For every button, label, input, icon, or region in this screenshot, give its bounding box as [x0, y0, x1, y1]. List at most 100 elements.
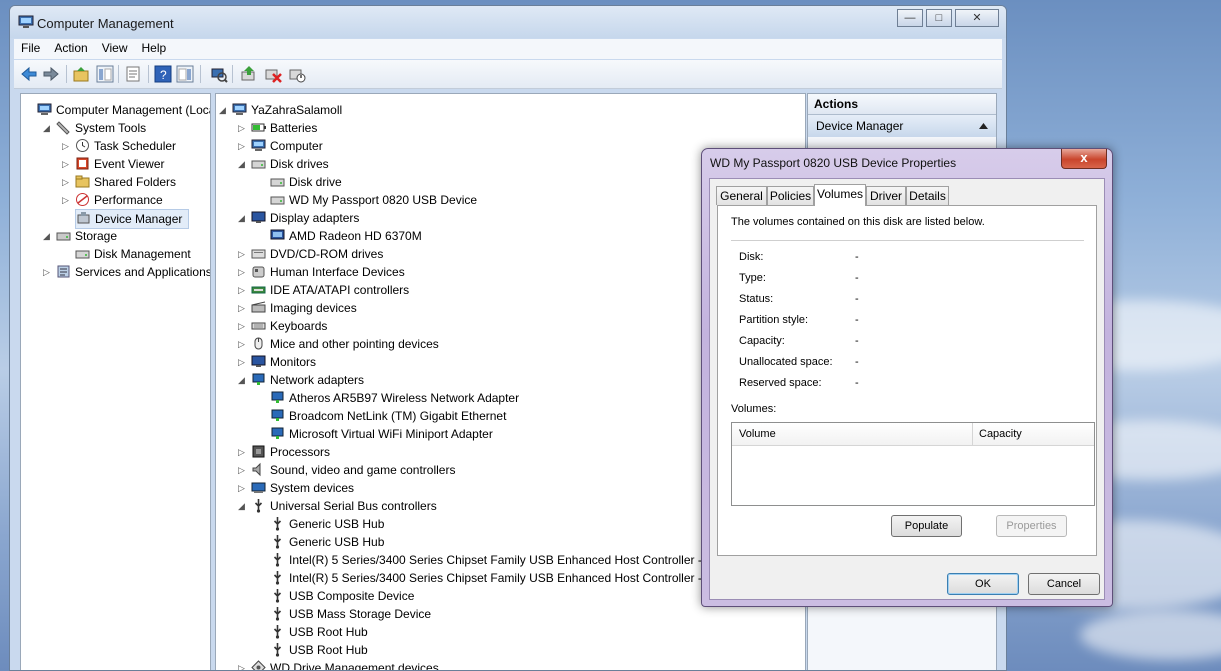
actions-header: Actions	[808, 94, 996, 115]
tree-item-label: System devices	[270, 481, 355, 495]
tree-item-label: AMD Radeon HD 6370M	[289, 229, 422, 243]
usb-icon	[254, 499, 263, 513]
tab-volumes[interactable]: Volumes	[814, 184, 866, 206]
title-bar[interactable]: Computer Management — □ ✕	[10, 6, 1006, 38]
tree-item-label: USB Mass Storage Device	[289, 607, 432, 621]
collapse-triangle-icon[interactable]: ◢	[43, 232, 52, 241]
collapse-triangle-icon[interactable]: ◢	[238, 376, 247, 385]
gpu-icon	[270, 229, 285, 240]
tree-item-label: Device Manager	[95, 212, 183, 226]
sound-icon	[252, 462, 261, 477]
collapse-triangle-icon[interactable]: ◢	[238, 160, 247, 169]
dialog-close-button[interactable]: x	[1061, 149, 1107, 169]
property-label: Status:	[739, 293, 774, 305]
volumes-list[interactable]: Volume Capacity	[731, 422, 1095, 506]
volume-properties-button[interactable]: Properties	[996, 515, 1067, 537]
populate-button[interactable]: Populate	[891, 515, 962, 537]
cancel-button[interactable]: Cancel	[1028, 573, 1100, 595]
properties-sheet-icon[interactable]	[124, 65, 142, 83]
minimize-button[interactable]: —	[897, 9, 923, 27]
expand-triangle-icon[interactable]: ▷	[238, 664, 247, 671]
menu-action[interactable]: Action	[47, 39, 94, 57]
actions-device-manager[interactable]: Device Manager	[808, 115, 996, 137]
tab-driver[interactable]: Driver	[866, 186, 906, 205]
update-driver-icon[interactable]	[240, 65, 258, 83]
cpu-icon	[252, 445, 265, 458]
scan-hardware-icon[interactable]	[210, 65, 228, 83]
tree-item-label: USB Root Hub	[289, 643, 368, 657]
ok-button[interactable]: OK	[947, 573, 1019, 595]
device-properties-dialog: WD My Passport 0820 USB Device Propertie…	[701, 148, 1113, 607]
dialog-title: WD My Passport 0820 USB Device Propertie…	[710, 156, 957, 170]
volumes-label: Volumes:	[731, 403, 777, 415]
close-button[interactable]: ✕	[955, 9, 999, 27]
expand-triangle-icon[interactable]: ▷	[238, 124, 247, 133]
back-arrow-icon[interactable]	[20, 65, 38, 83]
expand-triangle-icon[interactable]: ▷	[238, 250, 247, 259]
tree-item-label: Display adapters	[270, 211, 360, 225]
expand-triangle-icon[interactable]: ▷	[238, 268, 247, 277]
monitor-icon	[251, 211, 266, 223]
expand-triangle-icon[interactable]: ▷	[238, 286, 247, 295]
up-folder-icon[interactable]	[72, 65, 90, 83]
keyboard-icon	[251, 322, 266, 330]
expand-triangle-icon[interactable]: ▷	[238, 448, 247, 457]
expand-triangle-icon[interactable]: ▷	[62, 196, 71, 205]
computer-icon	[232, 103, 247, 115]
menu-help[interactable]: Help	[135, 39, 174, 57]
collapse-triangle-icon[interactable]: ◢	[238, 214, 247, 223]
show-hide-tree-icon[interactable]	[96, 65, 114, 83]
tree-item-label: System Tools	[75, 121, 147, 135]
show-action-pane-icon[interactable]	[176, 65, 194, 83]
expand-triangle-icon[interactable]: ▷	[62, 178, 71, 187]
usb-icon	[273, 589, 282, 603]
expand-triangle-icon[interactable]: ▷	[62, 142, 71, 151]
property-value: -	[855, 314, 859, 326]
collapse-triangle-icon[interactable]: ◢	[219, 106, 228, 115]
disable-device-icon[interactable]	[288, 65, 306, 83]
mouse-icon	[254, 337, 263, 350]
ide-icon	[251, 286, 266, 294]
forward-arrow-icon[interactable]	[42, 65, 60, 83]
property-value: -	[855, 356, 859, 368]
sysdev-icon	[251, 482, 266, 493]
tree-item-label: IDE ATA/ATAPI controllers	[270, 283, 410, 297]
tab-policies[interactable]: Policies	[767, 186, 814, 205]
expand-triangle-icon[interactable]: ▷	[238, 340, 247, 349]
menu-view[interactable]: View	[95, 39, 135, 57]
collapse-up-icon	[979, 123, 988, 129]
tree-item-label: Computer Management (Local	[56, 103, 211, 117]
expand-triangle-icon[interactable]: ▷	[62, 160, 71, 169]
expand-triangle-icon[interactable]: ▷	[238, 142, 247, 151]
tree-item-label: WD Drive Management devices	[270, 661, 439, 671]
maximize-button[interactable]: □	[926, 9, 952, 27]
tab-details[interactable]: Details	[906, 186, 949, 205]
expand-triangle-icon[interactable]: ▷	[238, 484, 247, 493]
help-icon[interactable]: ?	[154, 65, 172, 83]
expand-triangle-icon[interactable]: ▷	[238, 358, 247, 367]
expand-triangle-icon[interactable]: ▷	[238, 322, 247, 331]
tree-item-label: Mice and other pointing devices	[270, 337, 439, 351]
tree-item-label: Shared Folders	[94, 175, 177, 189]
console-tree-pane: Computer Management (Local ◢ System Tools ▷…	[20, 93, 211, 670]
collapse-triangle-icon[interactable]: ◢	[43, 124, 52, 133]
tree-item-label: Disk Management	[94, 247, 191, 261]
window-title: Computer Management	[37, 16, 174, 31]
uninstall-device-icon[interactable]	[264, 65, 282, 83]
property-value: -	[855, 377, 859, 389]
expand-triangle-icon[interactable]: ▷	[43, 268, 52, 277]
tree-item-label: Intel(R) 5 Series/3400 Series Chipset Fa…	[289, 571, 720, 585]
menu-file[interactable]: File	[14, 39, 47, 57]
expand-triangle-icon[interactable]: ▷	[238, 304, 247, 313]
column-capacity[interactable]: Capacity	[979, 428, 1022, 440]
disk-icon	[270, 178, 285, 187]
tab-general[interactable]: General	[716, 186, 767, 205]
column-volume[interactable]: Volume	[739, 428, 776, 440]
property-label: Type:	[739, 272, 766, 284]
collapse-triangle-icon[interactable]: ◢	[238, 502, 247, 511]
expand-triangle-icon[interactable]: ▷	[238, 466, 247, 475]
tree-item-label: USB Composite Device	[289, 589, 415, 603]
tree-item-label: Keyboards	[270, 319, 328, 333]
tree-item[interactable]: Device Manager	[75, 209, 189, 229]
volumes-tab-panel: The volumes contained on this disk are l…	[717, 205, 1097, 556]
